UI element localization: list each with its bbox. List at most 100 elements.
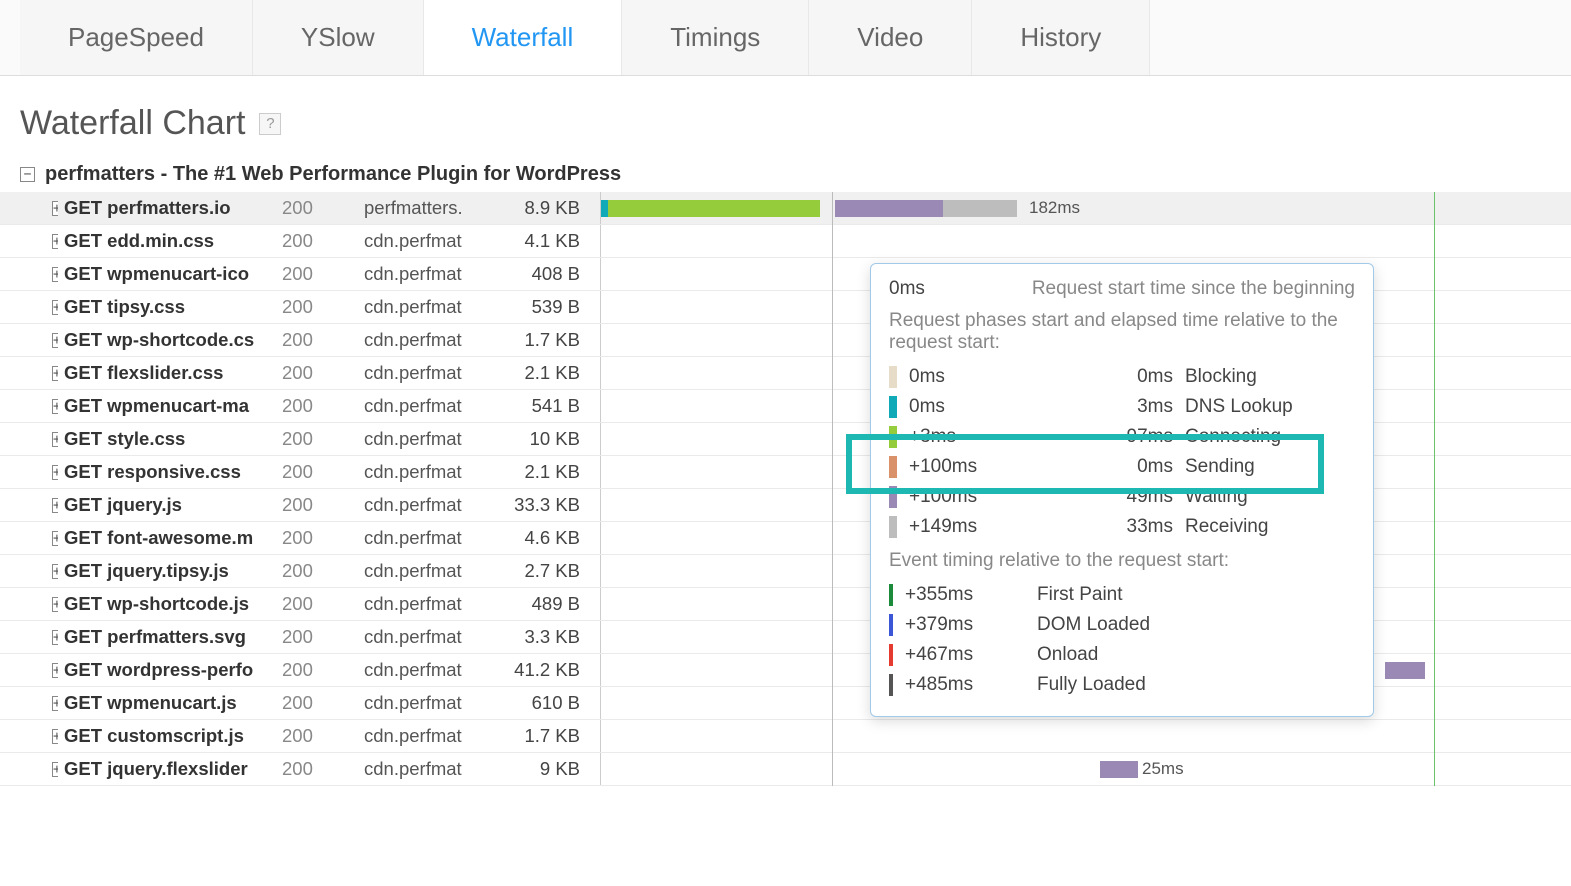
phase-start: +100ms xyxy=(909,456,1099,478)
status-code: 200 xyxy=(276,758,358,780)
request-name: GET wpmenucart-ma xyxy=(58,395,276,417)
phase-start: 0ms xyxy=(909,366,1099,388)
size: 8.9 KB xyxy=(508,197,600,219)
timing-bar[interactable]: 182ms xyxy=(600,192,1571,224)
phase-elapsed: 3ms xyxy=(1111,396,1173,418)
status-code: 200 xyxy=(276,560,358,582)
status-code: 200 xyxy=(276,428,358,450)
status-code: 200 xyxy=(276,626,358,648)
domain: cdn.perfmat xyxy=(358,296,508,318)
size: 2.1 KB xyxy=(508,461,600,483)
timing-bar[interactable] xyxy=(600,720,1571,752)
tt-start-time: 0ms xyxy=(889,278,925,300)
status-code: 200 xyxy=(276,263,358,285)
domain: cdn.perfmat xyxy=(358,428,508,450)
size: 33.3 KB xyxy=(508,494,600,516)
status-code: 200 xyxy=(276,494,358,516)
request-name: GET perfmatters.io xyxy=(58,197,276,219)
domain: cdn.perfmat xyxy=(358,593,508,615)
domain: cdn.perfmat xyxy=(358,560,508,582)
phase-swatch xyxy=(889,456,897,478)
phase-label: Waiting xyxy=(1185,486,1248,508)
tt-event-row: +355msFirst Paint xyxy=(889,580,1355,610)
status-code: 200 xyxy=(276,659,358,681)
phase-swatch xyxy=(889,396,897,418)
timing-bar[interactable] xyxy=(600,225,1571,257)
tt-event-row: +467ms Onload xyxy=(889,640,1355,670)
phase-swatch xyxy=(889,516,897,538)
phase-start: +100ms xyxy=(909,486,1099,508)
bar-segment xyxy=(943,200,1017,217)
phase-swatch xyxy=(889,426,897,448)
domain: cdn.perfmat xyxy=(358,362,508,384)
tab-waterfall[interactable]: Waterfall xyxy=(424,0,623,75)
tt-phase-row: +3ms97msConnecting xyxy=(889,422,1355,452)
request-name: GET wp-shortcode.cs xyxy=(58,329,276,351)
event-label: DOM Loaded xyxy=(1037,614,1150,636)
status-code: 200 xyxy=(276,593,358,615)
event-mark xyxy=(889,614,893,636)
tab-video[interactable]: Video xyxy=(809,0,972,75)
page-title: Waterfall Chart xyxy=(20,104,245,143)
request-name: GET style.css xyxy=(58,428,276,450)
status-code: 200 xyxy=(276,725,358,747)
title-row: Waterfall Chart ? xyxy=(0,76,1571,163)
domain: cdn.perfmat xyxy=(358,758,508,780)
domain: cdn.perfmat xyxy=(358,626,508,648)
help-icon[interactable]: ? xyxy=(259,113,281,135)
domain: perfmatters. xyxy=(358,197,508,219)
domain: cdn.perfmat xyxy=(358,692,508,714)
size: 9 KB xyxy=(508,758,600,780)
event-mark xyxy=(889,674,893,696)
request-name: GET customscript.js xyxy=(58,725,276,747)
status-code: 200 xyxy=(276,395,358,417)
request-name: GET wordpress-perfo xyxy=(58,659,276,681)
status-code: 200 xyxy=(276,197,358,219)
phase-label: Receiving xyxy=(1185,516,1268,538)
tab-timings[interactable]: Timings xyxy=(622,0,809,75)
root-label: perfmatters - The #1 Web Performance Plu… xyxy=(45,163,621,186)
domain: cdn.perfmat xyxy=(358,395,508,417)
request-name: GET jquery.tipsy.js xyxy=(58,560,276,582)
request-name: GET wp-shortcode.js xyxy=(58,593,276,615)
request-name: GET wpmenucart-ico xyxy=(58,263,276,285)
size: 4.1 KB xyxy=(508,230,600,252)
tt-phase-row: +100ms 49ms Waiting xyxy=(889,482,1355,512)
table-row[interactable]: +GET perfmatters.io200perfmatters.8.9 KB… xyxy=(0,192,1571,225)
tab-history[interactable]: History xyxy=(972,0,1150,75)
request-name: GET wpmenucart.js xyxy=(58,692,276,714)
domain: cdn.perfmat xyxy=(358,461,508,483)
request-name: GET responsive.css xyxy=(58,461,276,483)
phase-elapsed: 33ms xyxy=(1111,516,1173,538)
event-mark xyxy=(889,584,893,606)
event-label: First Paint xyxy=(1037,584,1123,606)
status-code: 200 xyxy=(276,461,358,483)
event-label: Onload xyxy=(1037,644,1098,666)
timing-bar[interactable]: 25ms xyxy=(600,753,1571,785)
request-name: GET tipsy.css xyxy=(58,296,276,318)
tree-root[interactable]: − perfmatters - The #1 Web Performance P… xyxy=(0,163,1571,192)
phase-label: Connecting xyxy=(1185,426,1281,448)
phase-swatch xyxy=(889,486,897,508)
request-name: GET perfmatters.svg xyxy=(58,626,276,648)
bar-label: 182ms xyxy=(1029,198,1080,218)
table-row[interactable]: +GET jquery.flexslider200cdn.perfmat9 KB… xyxy=(0,753,1571,786)
bar-segment xyxy=(608,200,820,217)
size: 1.7 KB xyxy=(508,329,600,351)
domain: cdn.perfmat xyxy=(358,659,508,681)
tt-event-row: +379msDOM Loaded xyxy=(889,610,1355,640)
size: 1.7 KB xyxy=(508,725,600,747)
size: 41.2 KB xyxy=(508,659,600,681)
status-code: 200 xyxy=(276,362,358,384)
domain: cdn.perfmat xyxy=(358,329,508,351)
event-time: +467ms xyxy=(905,644,1025,666)
tab-yslow[interactable]: YSlow xyxy=(253,0,424,75)
collapse-icon[interactable]: − xyxy=(20,167,35,182)
domain: cdn.perfmat xyxy=(358,527,508,549)
table-row[interactable]: +GET edd.min.css200cdn.perfmat4.1 KB xyxy=(0,225,1571,258)
event-mark xyxy=(889,644,893,666)
tab-pagespeed[interactable]: PageSpeed xyxy=(20,0,253,75)
request-name: GET jquery.js xyxy=(58,494,276,516)
table-row[interactable]: +GET customscript.js200cdn.perfmat1.7 KB xyxy=(0,720,1571,753)
phase-elapsed: 49ms xyxy=(1111,486,1173,508)
